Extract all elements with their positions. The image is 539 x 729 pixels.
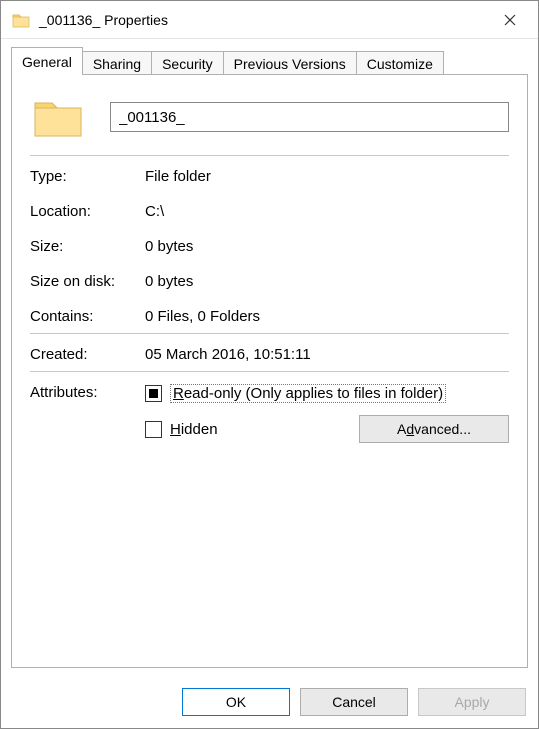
properties-dialog: _001136_ Properties General Sharing Secu…: [0, 0, 539, 729]
value-type: File folder: [145, 168, 509, 185]
info-grid: Type: File folder Location: C:\ Size: 0 …: [30, 168, 509, 325]
hidden-label[interactable]: Hidden: [170, 421, 218, 438]
separator: [30, 371, 509, 372]
ok-button[interactable]: OK: [182, 688, 290, 716]
separator: [30, 333, 509, 334]
tab-security[interactable]: Security: [151, 51, 224, 75]
client-area: General Sharing Security Previous Versio…: [1, 39, 538, 678]
close-button[interactable]: [488, 5, 532, 35]
attributes-row: Attributes: Read-only (Only applies to f…: [30, 384, 509, 443]
separator: [30, 155, 509, 156]
value-created: 05 March 2016, 10:51:11: [145, 346, 509, 363]
folder-name-input[interactable]: [110, 102, 509, 132]
label-location: Location:: [30, 203, 145, 220]
hidden-checkbox[interactable]: [145, 421, 162, 438]
tab-sharing[interactable]: Sharing: [82, 51, 152, 75]
tab-customize[interactable]: Customize: [356, 51, 444, 75]
label-attributes: Attributes:: [30, 384, 145, 401]
value-contains: 0 Files, 0 Folders: [145, 308, 509, 325]
advanced-button[interactable]: Advanced...: [359, 415, 509, 443]
value-size-on-disk: 0 bytes: [145, 273, 509, 290]
value-size: 0 bytes: [145, 238, 509, 255]
tab-strip: General Sharing Security Previous Versio…: [11, 47, 528, 75]
folder-icon: [11, 10, 31, 30]
cancel-button[interactable]: Cancel: [300, 688, 408, 716]
label-created: Created:: [30, 346, 145, 363]
label-type: Type:: [30, 168, 145, 185]
readonly-checkbox[interactable]: [145, 385, 162, 402]
titlebar: _001136_ Properties: [1, 1, 538, 39]
tab-previous-versions[interactable]: Previous Versions: [223, 51, 357, 75]
label-contains: Contains:: [30, 308, 145, 325]
close-icon: [504, 14, 516, 26]
tab-panel-general: Type: File folder Location: C:\ Size: 0 …: [11, 74, 528, 668]
created-grid: Created: 05 March 2016, 10:51:11: [30, 346, 509, 363]
dialog-button-row: OK Cancel Apply: [1, 678, 538, 728]
value-location: C:\: [145, 203, 509, 220]
folder-large-icon: [30, 93, 86, 141]
label-size-on-disk: Size on disk:: [30, 273, 145, 290]
apply-button: Apply: [418, 688, 526, 716]
window-title: _001136_ Properties: [39, 12, 488, 28]
label-size: Size:: [30, 238, 145, 255]
readonly-label[interactable]: Read-only (Only applies to files in fold…: [170, 384, 446, 403]
tab-general[interactable]: General: [11, 47, 83, 75]
